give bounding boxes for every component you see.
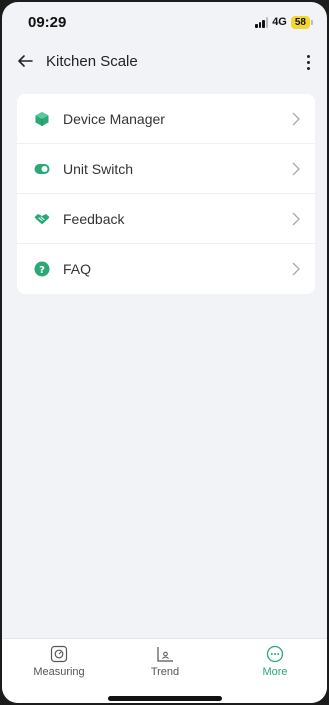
chart-icon [157, 647, 173, 662]
network-type: 4G [272, 16, 287, 28]
menu-item-label: Feedback [63, 211, 125, 227]
chevron-right-icon [292, 212, 300, 226]
more-dots-icon [266, 645, 284, 663]
home-indicator[interactable] [108, 696, 222, 701]
question-icon: ? [34, 261, 50, 277]
tab-label: Trend [150, 666, 180, 678]
tab-label: Measuring [33, 666, 85, 678]
status-indicators: 4G 58 [255, 15, 313, 29]
signal-icon [255, 16, 269, 28]
handshake-icon [34, 214, 50, 224]
tab-label: More [262, 666, 288, 678]
battery-level: 58 [290, 15, 310, 29]
menu-card: Device Manager Unit Switch Feedback ? FA… [17, 94, 315, 294]
toggle-icon [34, 164, 50, 174]
status-time: 09:29 [28, 13, 67, 31]
menu-item-feedback[interactable]: Feedback [17, 194, 315, 244]
tab-measuring[interactable]: Measuring [14, 645, 104, 685]
menu-item-label: Unit Switch [63, 161, 134, 177]
menu-item-unit-switch[interactable]: Unit Switch [17, 144, 315, 194]
menu-item-label: Device Manager [63, 111, 165, 127]
chevron-right-icon [292, 162, 300, 176]
chevron-right-icon [292, 262, 300, 276]
bottom-tab-bar: Measuring Trend More [2, 638, 327, 703]
svg-text:?: ? [39, 265, 45, 276]
back-arrow-icon[interactable] [16, 52, 34, 70]
tab-more[interactable]: More [230, 645, 320, 685]
tab-trend[interactable]: Trend [120, 645, 210, 685]
phone-screen: 09:29 4G 58 Kitchen Scale Device Manager [2, 2, 327, 703]
device-cube-icon [35, 112, 49, 126]
scale-icon [50, 645, 68, 663]
menu-item-device-manager[interactable]: Device Manager [17, 94, 315, 144]
chevron-right-icon [292, 112, 300, 126]
status-bar: 09:29 4G 58 [2, 2, 327, 42]
app-bar: Kitchen Scale [2, 44, 327, 80]
more-options-icon[interactable] [301, 52, 315, 72]
menu-item-label: FAQ [63, 261, 92, 277]
menu-item-faq[interactable]: ? FAQ [17, 244, 315, 294]
page-title: Kitchen Scale [46, 53, 138, 70]
battery-icon [311, 19, 313, 25]
